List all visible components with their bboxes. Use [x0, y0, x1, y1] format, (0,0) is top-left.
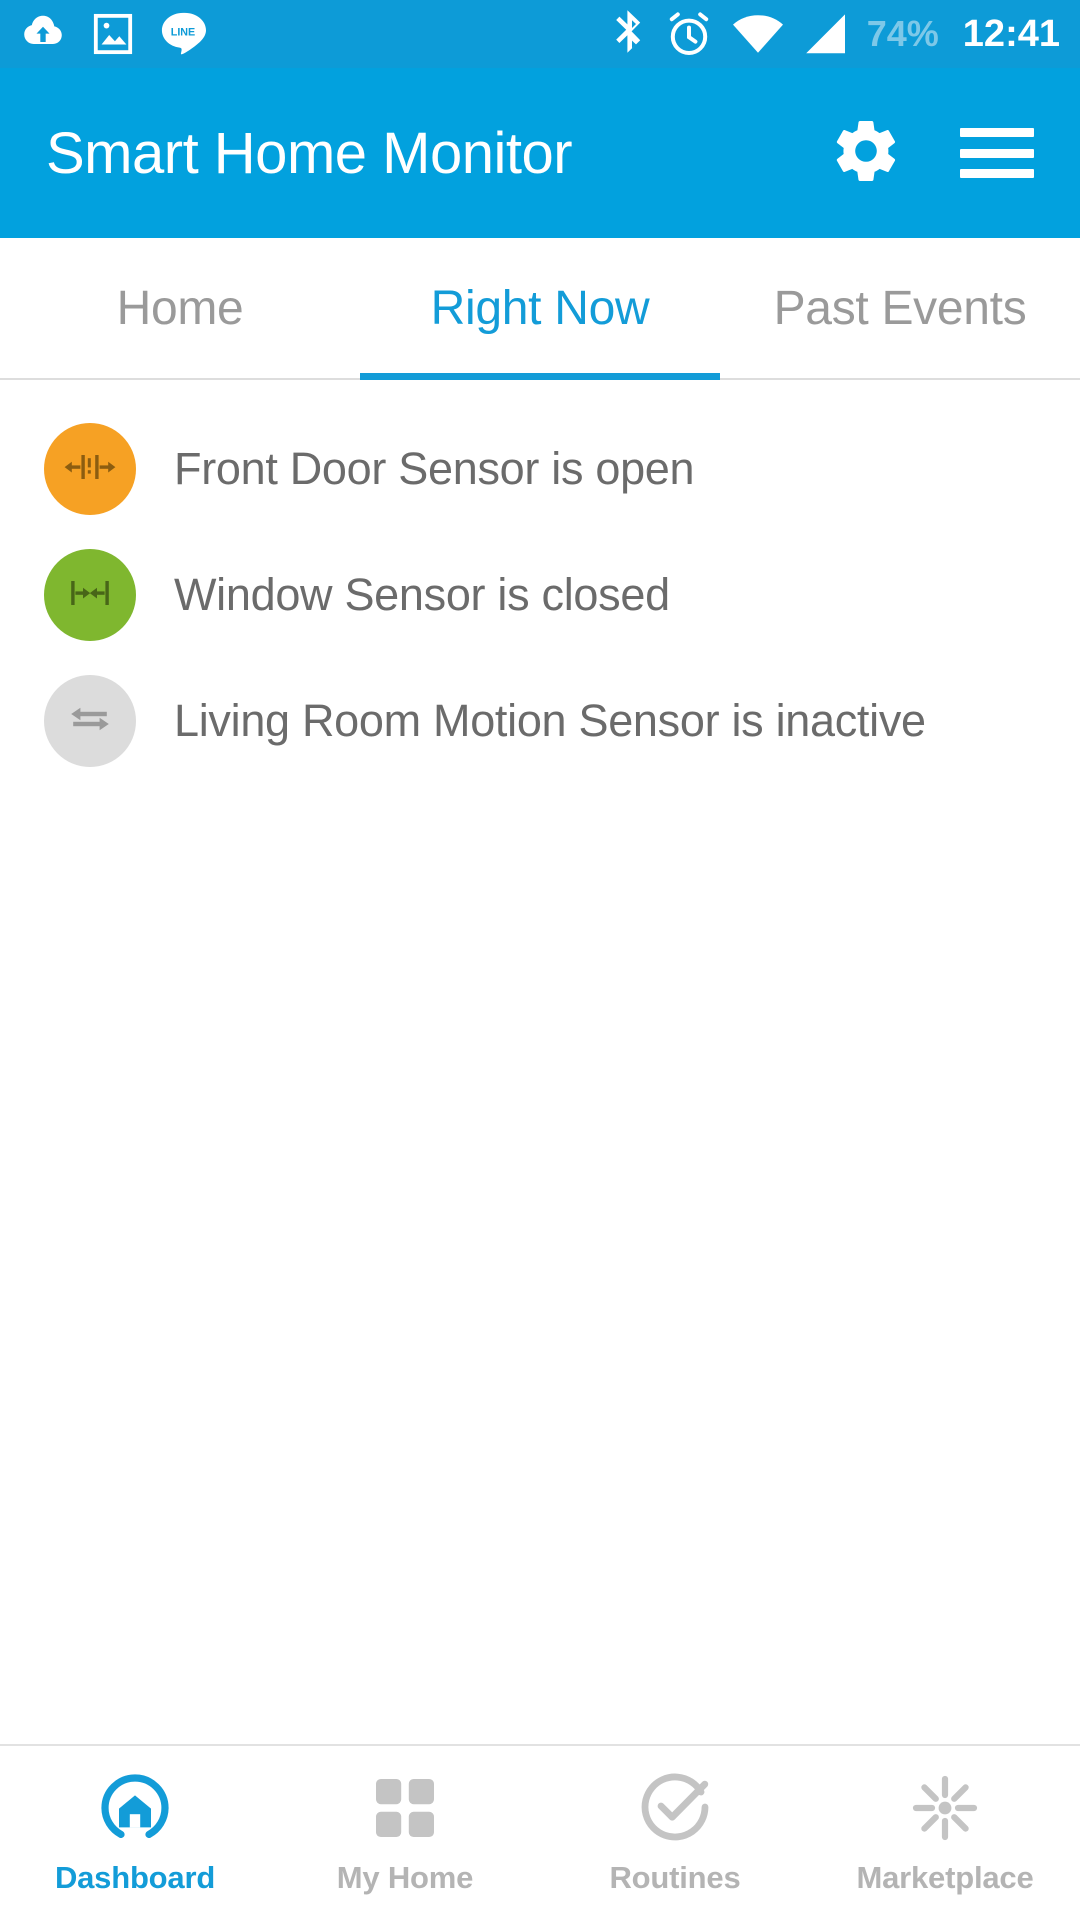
- nav-item-marketplace[interactable]: Marketplace: [810, 1746, 1080, 1920]
- grid-squares-icon: [372, 1770, 438, 1846]
- home-dashboard-icon: [97, 1770, 173, 1846]
- nav-item-routines[interactable]: Routines: [540, 1746, 810, 1920]
- app-bar: Smart Home Monitor: [0, 68, 1080, 238]
- status-bar-left-icons: LINE: [20, 10, 206, 58]
- app-bar-actions: [830, 115, 1034, 192]
- alarm-clock-icon: [665, 10, 713, 58]
- list-item-label: Window Sensor is closed: [174, 569, 670, 620]
- motion-arrows-icon: [62, 691, 118, 752]
- list-item[interactable]: Front Door Sensor is open: [0, 406, 1080, 532]
- nav-label-marketplace: Marketplace: [856, 1860, 1034, 1895]
- bluetooth-icon: [613, 9, 647, 59]
- list-item[interactable]: Living Room Motion Sensor is inactive: [0, 658, 1080, 784]
- hamburger-menu-icon: [960, 128, 1034, 178]
- nav-label-dashboard: Dashboard: [54, 1860, 216, 1895]
- list-item-label: Living Room Motion Sensor is inactive: [174, 695, 926, 746]
- tab-bar: Home Right Now Past Events: [0, 238, 1080, 380]
- tab-past-events[interactable]: Past Events: [720, 238, 1080, 378]
- nav-item-dashboard[interactable]: Dashboard: [0, 1746, 270, 1920]
- door-open-arrows-icon: [62, 439, 118, 500]
- cellular-signal-icon: [803, 12, 849, 56]
- page-title: Smart Home Monitor: [46, 120, 573, 186]
- tab-home[interactable]: Home: [0, 238, 360, 378]
- app-screen: LINE 74% 12:41 Smart Home Monitor Home R…: [0, 0, 1080, 1920]
- sensor-list: Front Door Sensor is open Window Sensor …: [0, 380, 1080, 1744]
- settings-button[interactable]: [830, 115, 902, 192]
- status-badge: [44, 549, 136, 641]
- wifi-icon: [731, 12, 785, 56]
- bottom-navigation: Dashboard My Home Routines Marketplace: [0, 1744, 1080, 1920]
- nav-label-routines: Routines: [609, 1860, 741, 1895]
- status-badge: [44, 423, 136, 515]
- line-app-icon: LINE: [160, 10, 206, 58]
- tab-right-now[interactable]: Right Now: [360, 238, 720, 380]
- nav-label-my-home: My Home: [336, 1860, 474, 1895]
- menu-button[interactable]: [960, 128, 1034, 178]
- check-circle-icon: [638, 1770, 712, 1846]
- status-badge: [44, 675, 136, 767]
- starburst-icon: [909, 1770, 981, 1846]
- cloud-upload-icon: [20, 11, 66, 57]
- nav-item-my-home[interactable]: My Home: [270, 1746, 540, 1920]
- door-closed-arrows-icon: [62, 565, 118, 626]
- list-item[interactable]: Window Sensor is closed: [0, 532, 1080, 658]
- list-item-label: Front Door Sensor is open: [174, 443, 695, 494]
- svg-text:LINE: LINE: [171, 26, 195, 38]
- status-bar-right-icons: 74% 12:41: [613, 9, 1060, 59]
- photo-icon: [92, 11, 134, 57]
- battery-percent-label: 74%: [866, 13, 939, 54]
- gear-icon: [830, 115, 902, 192]
- clock-label: 12:41: [962, 13, 1060, 55]
- status-bar: LINE 74% 12:41: [0, 0, 1080, 68]
